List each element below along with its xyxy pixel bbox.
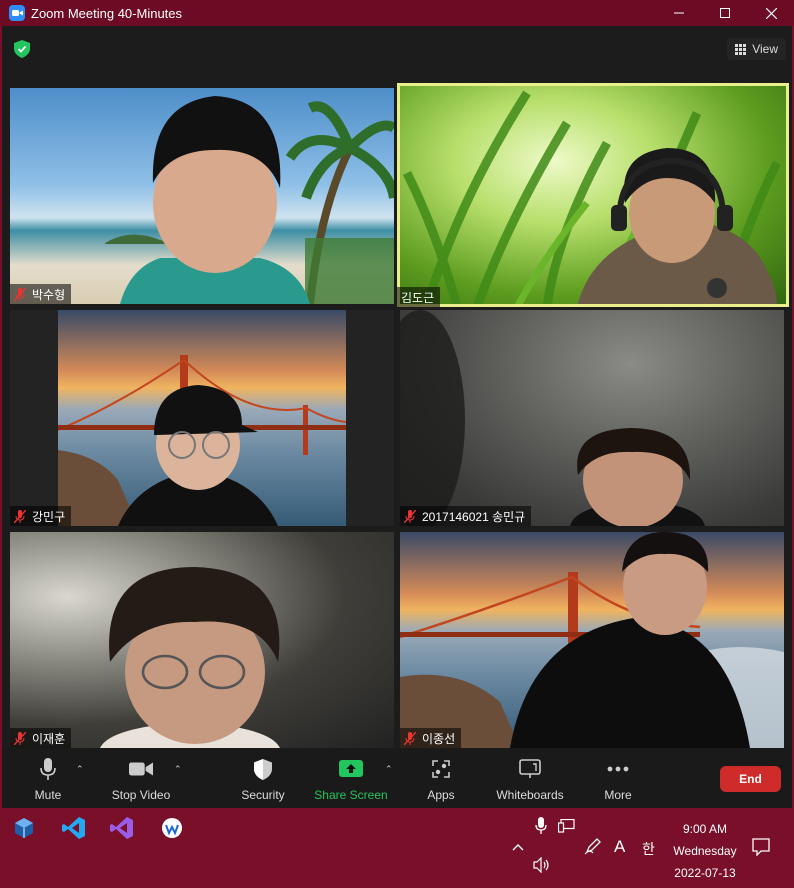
grass-background-image — [402, 90, 782, 307]
pen-input-icon[interactable] — [584, 837, 602, 855]
close-button[interactable] — [748, 0, 794, 26]
show-hidden-icons-chevron-icon[interactable] — [512, 843, 524, 851]
notifications-icon[interactable] — [752, 838, 770, 856]
clock-date: 2022-07-13 — [674, 866, 736, 880]
share-options-caret-icon[interactable]: ⌃ — [385, 764, 393, 775]
title-bar: Zoom Meeting 40-Minutes — [0, 0, 794, 26]
grid-icon — [735, 43, 747, 55]
view-button[interactable]: View — [727, 38, 786, 60]
participant-name-label: 김도근 — [397, 287, 441, 307]
muted-mic-icon — [14, 731, 26, 745]
whiteboard-icon — [518, 758, 542, 780]
windows-taskbar: A 한 9:00 AM Wednesday 2022-07-13 — [0, 808, 794, 888]
microphone-icon — [36, 758, 60, 780]
end-label: End — [739, 772, 762, 786]
more-label: More — [604, 788, 632, 802]
participant-name: 이재훈 — [32, 731, 66, 746]
participant-name-label: 2017146021 송민규 — [400, 506, 532, 526]
muted-mic-icon — [14, 509, 26, 523]
participant-name-label: 강민구 — [10, 506, 72, 526]
minimize-icon — [674, 12, 684, 14]
participant-name: 이종선 — [422, 731, 456, 746]
apps-button[interactable]: Apps — [422, 748, 460, 808]
video-tile[interactable]: 이종선 — [400, 532, 784, 748]
whale-browser-icon[interactable] — [160, 816, 184, 840]
share-screen-icon — [339, 758, 363, 780]
clock[interactable]: 9:00 AM Wednesday 2022-07-13 — [668, 818, 742, 884]
end-meeting-button[interactable]: End — [720, 766, 781, 792]
stop-video-label: Stop Video — [111, 788, 171, 802]
virtualbox-icon[interactable] — [12, 816, 36, 840]
muted-mic-icon — [14, 287, 26, 301]
golden-gate-background-image — [400, 532, 784, 748]
participant-name-label: 이종선 — [400, 728, 462, 748]
meeting-area: View 박수형 김도근 강민구 2017146021 송민규 이재훈 이종선 … — [2, 26, 792, 808]
korean-ime-indicator[interactable]: 한 — [642, 839, 655, 859]
vscode-icon[interactable] — [62, 816, 86, 840]
participant-name: 김도근 — [401, 290, 435, 305]
video-tile[interactable]: 강민구 — [10, 310, 394, 526]
more-dots-icon — [606, 758, 630, 780]
minimize-button[interactable] — [656, 0, 702, 26]
participant-name: 박수형 — [32, 287, 66, 302]
muted-mic-icon — [404, 731, 416, 745]
close-icon — [765, 7, 777, 19]
whiteboards-label: Whiteboards — [496, 788, 564, 802]
muted-mic-icon — [404, 509, 416, 523]
participant-name: 강민구 — [32, 509, 66, 524]
apps-label: Apps — [427, 788, 455, 802]
security-label: Security — [241, 788, 285, 802]
visual-studio-icon[interactable] — [110, 816, 134, 840]
security-shield-icon — [251, 758, 275, 780]
blurred-room-background — [400, 310, 705, 526]
network-icon[interactable] — [558, 819, 575, 833]
video-tile[interactable]: 박수형 — [10, 88, 394, 304]
golden-gate-background-image — [57, 310, 347, 526]
volume-icon[interactable] — [533, 857, 551, 873]
view-label: View — [752, 42, 778, 56]
apps-icon — [429, 758, 453, 780]
mute-button[interactable]: Mute — [30, 748, 66, 808]
maximize-button[interactable] — [702, 0, 748, 26]
participant-name: 2017146021 송민규 — [422, 509, 526, 524]
video-camera-icon — [129, 758, 153, 780]
security-button[interactable]: Security — [238, 748, 288, 808]
window-title: Zoom Meeting 40-Minutes — [31, 5, 183, 21]
mute-label: Mute — [34, 788, 62, 802]
meeting-toolbar: Mute ⌃ Stop Video ⌃ Security Share Scree… — [2, 748, 792, 808]
encryption-shield-icon[interactable] — [14, 40, 30, 58]
clock-day: Wednesday — [673, 844, 737, 858]
maximize-icon — [720, 8, 730, 18]
room-video-image — [100, 567, 280, 748]
video-tile[interactable]: 2017146021 송민규 — [400, 310, 784, 526]
more-button[interactable]: More — [600, 748, 636, 808]
zoom-app-icon — [9, 5, 25, 21]
input-language-letter[interactable]: A — [614, 837, 625, 857]
video-tile[interactable]: 이재훈 — [10, 532, 394, 748]
beach-background-image — [105, 96, 394, 304]
participant-name-label: 박수형 — [10, 284, 72, 304]
clock-time: 9:00 AM — [682, 822, 728, 836]
video-tile-active-speaker[interactable]: 김도근 — [397, 83, 789, 307]
share-screen-label: Share Screen — [314, 788, 388, 802]
audio-options-caret-icon[interactable]: ⌃ — [76, 764, 84, 775]
microphone-in-use-icon[interactable] — [535, 817, 547, 835]
participant-name-label: 이재훈 — [10, 728, 72, 748]
share-screen-button[interactable]: Share Screen — [314, 748, 388, 808]
stop-video-button[interactable]: Stop Video — [108, 748, 174, 808]
video-options-caret-icon[interactable]: ⌃ — [174, 764, 182, 775]
whiteboards-button[interactable]: Whiteboards — [494, 748, 566, 808]
